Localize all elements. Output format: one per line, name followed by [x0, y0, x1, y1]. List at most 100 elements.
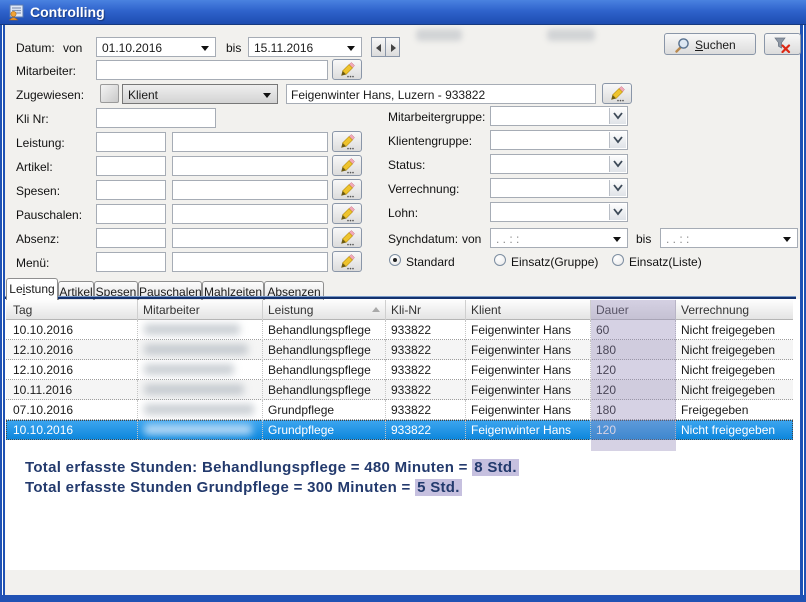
- clear-filter-button[interactable]: [764, 33, 801, 55]
- leistung-label: Leistung:: [16, 136, 65, 150]
- date-prev-button[interactable]: [371, 37, 386, 57]
- spesen-edit-button[interactable]: [332, 179, 362, 200]
- pauschalen-code-input[interactable]: [96, 204, 166, 224]
- absenz-code-input[interactable]: [96, 228, 166, 248]
- zugewiesen-edit-button[interactable]: [602, 83, 632, 104]
- spesen-text-input[interactable]: [172, 180, 328, 200]
- controlling-window: Controlling Datum: von 01.10.2016 bis 15…: [0, 0, 806, 602]
- chevron-down-icon[interactable]: [609, 180, 626, 196]
- chevron-down-icon[interactable]: [609, 156, 626, 172]
- pencil-icon: [339, 182, 356, 198]
- radio-standard[interactable]: [389, 254, 401, 266]
- tab-leistung[interactable]: Leistung: [6, 278, 58, 300]
- table-row[interactable]: 12.10.2016 Behandlungspflege 933822 Feig…: [6, 360, 793, 380]
- redacted-mitarbeiter-cell: [138, 320, 263, 340]
- pencil-icon: [339, 134, 356, 150]
- mitarbeitergruppe-label: Mitarbeitergruppe:: [388, 110, 485, 124]
- pencil-icon: [339, 206, 356, 222]
- radio-einsatz-liste-label: Einsatz(Liste): [629, 255, 702, 269]
- chevron-down-icon[interactable]: [609, 132, 626, 148]
- pencil-icon: [339, 230, 356, 246]
- datum-von-value: 01.10.2016: [102, 41, 162, 55]
- synchdatum-label: Synchdatum:: [388, 232, 458, 246]
- kli-nr-input[interactable]: [96, 108, 216, 128]
- pencil-icon: [339, 158, 356, 174]
- klientengruppe-select[interactable]: [490, 130, 628, 150]
- radio-einsatz-gruppe[interactable]: [494, 254, 506, 266]
- arrow-right-icon: [391, 44, 396, 52]
- datum-bis-value: 15.11.2016: [254, 41, 313, 55]
- date-next-button[interactable]: [385, 37, 400, 57]
- absenz-text-input[interactable]: [172, 228, 328, 248]
- summary-highlight: 8 Std.: [472, 459, 519, 476]
- zugewiesen-type-select[interactable]: Klient: [122, 84, 278, 104]
- pauschalen-text-input[interactable]: [172, 204, 328, 224]
- chevron-down-icon[interactable]: [609, 108, 626, 124]
- table-row[interactable]: 10.11.2016 Behandlungspflege 933822 Feig…: [6, 380, 793, 400]
- mitarbeiter-edit-button[interactable]: [332, 59, 362, 80]
- datum-von-select[interactable]: 01.10.2016: [96, 37, 216, 57]
- chevron-down-icon[interactable]: [609, 204, 626, 220]
- absenz-edit-button[interactable]: [332, 227, 362, 248]
- table-row[interactable]: 07.10.2016 Grundpflege 933822 Feigenwint…: [6, 400, 793, 420]
- table-row[interactable]: 12.10.2016 Behandlungspflege 933822 Feig…: [6, 340, 793, 360]
- artikel-text-input[interactable]: [172, 156, 328, 176]
- spesen-code-input[interactable]: [96, 180, 166, 200]
- table-row-selected[interactable]: 10.10.2016 Grundpflege 933822 Feigenwint…: [6, 420, 793, 440]
- search-button-label: Suchen: [695, 38, 736, 52]
- zugewiesen-type-value: Klient: [128, 88, 158, 102]
- mitarbeitergruppe-select[interactable]: [490, 106, 628, 126]
- menue-code-input[interactable]: [96, 252, 166, 272]
- klientengruppe-label: Klientengruppe:: [388, 134, 472, 148]
- sort-ascending-icon: [372, 307, 380, 312]
- leistung-text-input[interactable]: [172, 132, 328, 152]
- synchdatum-bis-select[interactable]: . . : :: [660, 228, 798, 248]
- datum-bis-label: bis: [226, 41, 241, 55]
- chevron-down-icon[interactable]: [613, 237, 621, 242]
- column-header-tag[interactable]: Tag: [8, 300, 138, 320]
- summary-highlight: 5 Std.: [415, 479, 462, 496]
- pencil-icon: [609, 86, 626, 102]
- verrechnung-label: Verrechnung:: [388, 182, 459, 196]
- lohn-select[interactable]: [490, 202, 628, 222]
- table-row[interactable]: 10.10.2016 Behandlungspflege 933822 Feig…: [6, 320, 793, 340]
- zugewiesen-value-input[interactable]: Feigenwinter Hans, Luzern - 933822: [286, 84, 596, 104]
- leistung-edit-button[interactable]: [332, 131, 362, 152]
- menue-text-input[interactable]: [172, 252, 328, 272]
- column-header-klient[interactable]: Klient: [466, 300, 591, 320]
- column-header-dauer[interactable]: Dauer: [591, 300, 676, 320]
- summary-totals: Total erfasste Stunden: Behandlungspfleg…: [25, 458, 519, 498]
- column-header-kli-nr[interactable]: Kli-Nr: [386, 300, 466, 320]
- status-label: Status:: [388, 158, 425, 172]
- column-header-verrechnung[interactable]: Verrechnung: [676, 300, 793, 320]
- redacted-mitarbeiter-cell: [138, 400, 263, 420]
- synchdatum-von-select[interactable]: . . : :: [490, 228, 628, 248]
- summary-line-behandlungspflege: Total erfasste Stunden: Behandlungspfleg…: [25, 458, 519, 478]
- pauschalen-edit-button[interactable]: [332, 203, 362, 224]
- zugewiesen-mini-button[interactable]: [100, 84, 119, 103]
- artikel-edit-button[interactable]: [332, 155, 362, 176]
- chevron-down-icon[interactable]: [783, 237, 791, 242]
- radio-einsatz-liste[interactable]: [612, 254, 624, 266]
- window-title: Controlling: [30, 4, 105, 20]
- window-border-right: [800, 25, 806, 602]
- search-icon: [675, 37, 691, 53]
- leistung-code-input[interactable]: [96, 132, 166, 152]
- status-select[interactable]: [490, 154, 628, 174]
- chevron-down-icon[interactable]: [347, 46, 355, 51]
- column-header-mitarbeiter[interactable]: Mitarbeiter: [138, 300, 263, 320]
- arrow-left-icon: [376, 44, 381, 52]
- chevron-down-icon[interactable]: [201, 46, 209, 51]
- chevron-down-icon[interactable]: [263, 93, 271, 98]
- menue-edit-button[interactable]: [332, 251, 362, 272]
- titlebar[interactable]: Controlling: [0, 0, 806, 25]
- verrechnung-select[interactable]: [490, 178, 628, 198]
- search-button[interactable]: Suchen: [664, 33, 756, 55]
- artikel-code-input[interactable]: [96, 156, 166, 176]
- column-header-leistung[interactable]: Leistung: [263, 300, 386, 320]
- datum-bis-select[interactable]: 15.11.2016: [248, 37, 362, 57]
- lohn-label: Lohn:: [388, 206, 418, 220]
- mitarbeiter-input[interactable]: [96, 60, 328, 80]
- redacted-smudge: [547, 29, 595, 41]
- pencil-icon: [339, 62, 356, 78]
